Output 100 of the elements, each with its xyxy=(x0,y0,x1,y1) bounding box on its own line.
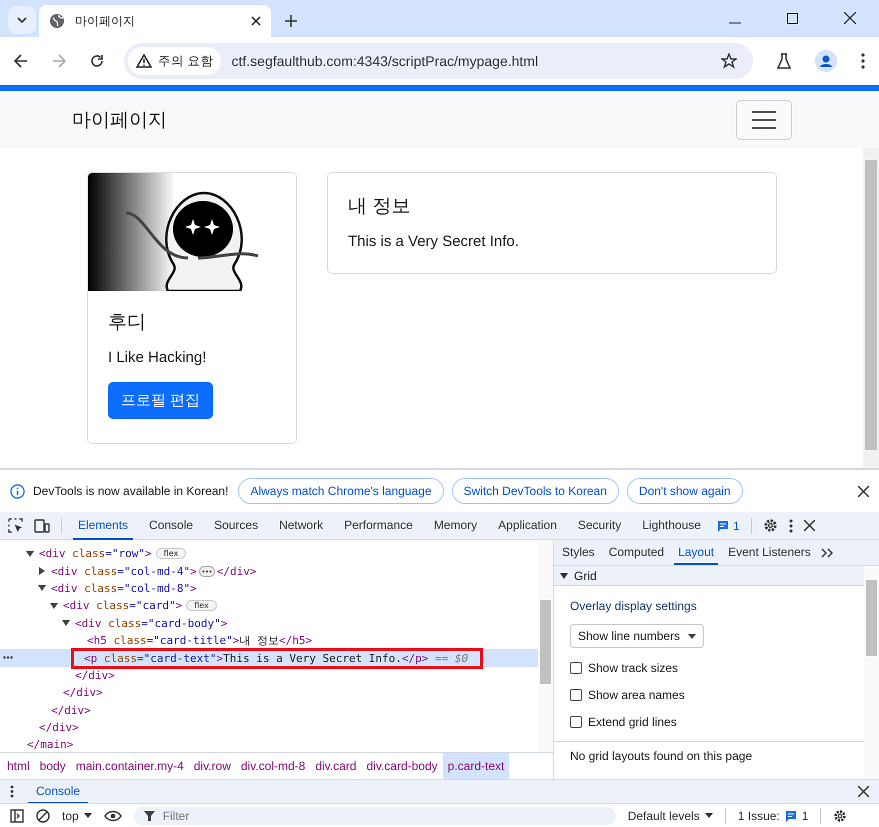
dom-node[interactable]: <div class="col-md-4"> </div> xyxy=(50,564,258,578)
devtools-tab[interactable]: Sources xyxy=(209,512,264,540)
dom-node[interactable]: <h5 class="card-title">내 정보</h5> xyxy=(86,633,314,648)
profile-icon[interactable] xyxy=(815,50,837,72)
scrollbar[interactable] xyxy=(863,148,879,468)
more-icon[interactable] xyxy=(861,53,865,69)
message-icon xyxy=(784,810,797,822)
info-icon xyxy=(10,484,25,498)
checkbox[interactable] xyxy=(570,716,582,728)
breadcrumb[interactable]: p.card-text xyxy=(442,753,510,779)
sidebar-tab[interactable]: Computed xyxy=(604,540,668,565)
infobar-message: DevTools is now available in Korean! xyxy=(33,484,228,498)
menu-icon xyxy=(752,110,776,128)
sidebar-tab[interactable]: Styles xyxy=(558,540,599,565)
flask-icon[interactable] xyxy=(777,53,791,69)
devtools-tab[interactable]: Console xyxy=(144,512,198,540)
ellipsis-icon[interactable] xyxy=(198,566,215,578)
star-icon[interactable] xyxy=(721,53,737,69)
minimize-icon[interactable] xyxy=(729,22,741,24)
more-icon[interactable] xyxy=(788,518,793,532)
back-icon[interactable] xyxy=(14,54,28,68)
new-tab-icon[interactable] xyxy=(285,15,297,27)
settings-icon[interactable] xyxy=(833,808,848,822)
devtools-tab[interactable]: Memory xyxy=(428,512,482,540)
breadcrumb[interactable]: main.container.my-4 xyxy=(70,753,189,779)
triangle-icon xyxy=(560,572,568,580)
address-bar[interactable]: 주의 요함 ctf.segfaulthub.com:4343/scriptPrac/mypage.html xyxy=(124,43,753,79)
devtools-tab[interactable]: Application xyxy=(493,512,562,540)
checkbox[interactable] xyxy=(570,662,582,674)
dom-node[interactable]: <div class="col-md-8"> xyxy=(50,582,198,595)
scrollbar[interactable] xyxy=(538,540,553,752)
dom-node[interactable]: <div class="card"> xyxy=(62,599,184,612)
close-icon[interactable] xyxy=(804,520,815,531)
devtools-tab[interactable]: Elements xyxy=(73,512,134,540)
sidebar-tab[interactable]: Event Listeners xyxy=(724,540,815,565)
inspect-icon[interactable] xyxy=(8,518,23,533)
breadcrumb[interactable]: body xyxy=(34,753,71,779)
close-icon[interactable] xyxy=(858,486,869,496)
console-tab[interactable]: Console xyxy=(28,780,88,804)
security-chip[interactable]: 주의 요함 xyxy=(128,47,222,75)
sidebar-icon[interactable] xyxy=(10,808,24,822)
context-dropdown[interactable]: top xyxy=(62,808,92,822)
message-icon xyxy=(716,520,729,532)
caret-icon xyxy=(84,813,92,818)
breadcrumb[interactable]: div.col-md-8 xyxy=(236,753,310,779)
checkbox-label: Show area names xyxy=(588,688,685,702)
infobar-button[interactable]: Don't show again xyxy=(626,478,743,504)
issues-button[interactable]: 1 Issue: 1 xyxy=(738,808,808,822)
maximize-icon[interactable] xyxy=(787,13,798,24)
checkbox-label: Show track sizes xyxy=(588,660,678,674)
menu-button[interactable] xyxy=(736,100,792,140)
caret-icon xyxy=(17,17,27,23)
globe-icon xyxy=(49,13,65,29)
navbar-brand[interactable]: 마이페이지 xyxy=(72,106,736,132)
edit-profile-button[interactable]: 프로필 편집 xyxy=(108,382,214,419)
caret-icon xyxy=(704,813,713,818)
devtools-tab[interactable]: Performance xyxy=(339,512,418,540)
close-icon[interactable] xyxy=(251,16,261,26)
section-title: Overlay display settings xyxy=(570,599,697,613)
devtools-tab[interactable]: Lighthouse xyxy=(637,512,706,540)
issues-counter[interactable]: 1 xyxy=(716,518,740,532)
line-numbers-dropdown[interactable]: Show line numbers xyxy=(570,624,704,648)
reload-icon[interactable] xyxy=(90,54,104,68)
profile-name: 후디 xyxy=(108,311,146,335)
levels-dropdown[interactable]: Default levels xyxy=(628,808,713,822)
devtools-tab[interactable]: Network xyxy=(274,512,328,540)
settings-icon[interactable] xyxy=(762,518,778,533)
checkbox[interactable] xyxy=(570,688,582,700)
closing-tag: </div> xyxy=(62,686,104,700)
filter-field[interactable]: Filter xyxy=(134,806,616,824)
breadcrumb[interactable]: html xyxy=(2,753,35,779)
devtools-tab[interactable]: Security xyxy=(572,512,626,540)
eye-icon[interactable] xyxy=(104,810,122,822)
flex-badge[interactable]: flex xyxy=(186,600,217,612)
device-icon[interactable] xyxy=(34,518,50,532)
closing-tag: </div> xyxy=(38,721,80,734)
flex-badge[interactable]: flex xyxy=(156,548,186,560)
browser-tab[interactable]: 마이페이지 xyxy=(39,5,271,37)
infobar-button[interactable]: Switch DevTools to Korean xyxy=(452,478,619,504)
infobar-button[interactable]: Always match Chrome's language xyxy=(238,478,444,504)
caret-icon xyxy=(688,634,696,638)
close-window-icon[interactable] xyxy=(844,12,856,24)
more-icon[interactable] xyxy=(10,785,14,798)
profile-bio: I Like Hacking! xyxy=(108,349,206,366)
grid-section-header[interactable]: Grid xyxy=(554,566,864,586)
dom-node[interactable]: <div class="card-body"> xyxy=(74,616,228,630)
breadcrumb[interactable]: div.card-body xyxy=(361,753,443,779)
closing-tag: </div> xyxy=(74,668,116,682)
more-icon[interactable] xyxy=(3,656,13,660)
scrollbar[interactable] xyxy=(864,566,879,779)
tab-search-button[interactable] xyxy=(8,6,36,34)
warning-icon xyxy=(136,54,152,68)
close-icon[interactable] xyxy=(858,786,869,797)
breadcrumb[interactable]: div.card xyxy=(310,753,362,779)
clear-icon[interactable] xyxy=(36,808,50,822)
more-tabs-icon[interactable] xyxy=(820,548,833,558)
closing-tag: </main> xyxy=(26,738,74,752)
checkbox-label: Extend grid lines xyxy=(588,714,677,728)
breadcrumb[interactable]: div.row xyxy=(188,753,236,779)
dom-node[interactable]: <div class="row"> xyxy=(38,547,153,560)
